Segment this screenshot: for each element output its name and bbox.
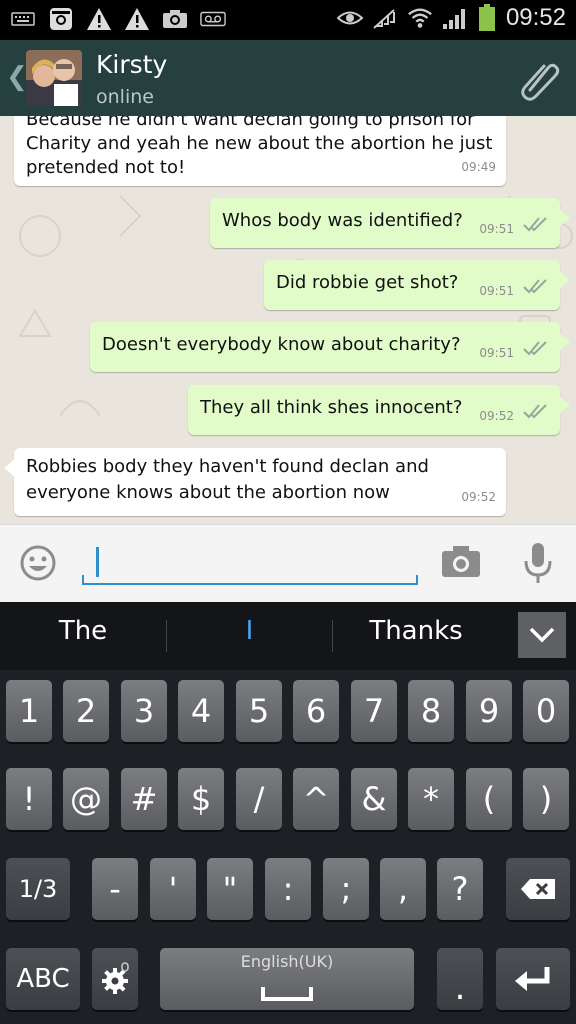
bubble-tail bbox=[558, 208, 570, 228]
instagram-icon bbox=[48, 6, 74, 32]
contact-name[interactable]: Kirsty bbox=[96, 50, 167, 79]
status-time: 09:52 bbox=[505, 4, 566, 31]
camera-icon[interactable] bbox=[440, 543, 482, 583]
message-input-field[interactable] bbox=[102, 545, 402, 579]
message-outgoing[interactable]: Whos body was identified? 09:51 bbox=[210, 198, 570, 248]
double-check-icon bbox=[522, 401, 550, 427]
key-comma[interactable]: , bbox=[380, 858, 426, 920]
suggestion-bar: The I Thanks bbox=[0, 602, 576, 670]
key-2[interactable]: 2 bbox=[63, 680, 109, 742]
period-glyph: . bbox=[454, 968, 466, 1008]
message-time: 09:51 bbox=[479, 346, 514, 360]
message-time: 09:51 bbox=[479, 284, 514, 298]
settings-key[interactable] bbox=[92, 948, 138, 1010]
paperclip-icon[interactable] bbox=[516, 56, 562, 102]
space-icon bbox=[261, 987, 313, 1001]
key-paren-close[interactable]: ) bbox=[523, 768, 569, 830]
message-text: Robbies body they haven't found declan a… bbox=[26, 456, 429, 477]
camera-notification-icon bbox=[162, 6, 188, 32]
key-1[interactable]: 1 bbox=[6, 680, 52, 742]
text-caret bbox=[96, 547, 99, 577]
backspace-icon bbox=[521, 879, 555, 899]
wifi-icon bbox=[407, 5, 433, 31]
key-paren-open[interactable]: ( bbox=[466, 768, 512, 830]
double-check-icon bbox=[522, 214, 550, 240]
double-check-icon bbox=[522, 276, 550, 302]
punctuation-key[interactable]: . bbox=[437, 948, 483, 1010]
key-ampersand[interactable]: & bbox=[351, 768, 397, 830]
message-incoming[interactable]: Because he didn't want declan going to p… bbox=[14, 116, 506, 186]
key-apostrophe[interactable]: ' bbox=[150, 858, 196, 920]
key-asterisk[interactable]: * bbox=[408, 768, 454, 830]
eye-icon bbox=[336, 5, 363, 31]
key-quote[interactable]: " bbox=[207, 858, 253, 920]
key-5[interactable]: 5 bbox=[236, 680, 282, 742]
back-chevron-icon[interactable]: ❮ bbox=[6, 62, 28, 92]
message-time: 09:49 bbox=[461, 160, 496, 174]
key-6[interactable]: 6 bbox=[293, 680, 339, 742]
bubble-tail bbox=[558, 395, 570, 415]
key-8[interactable]: 8 bbox=[408, 680, 454, 742]
key-at[interactable]: @ bbox=[63, 768, 109, 830]
message-incoming[interactable]: Robbies body they haven't found declan a… bbox=[4, 448, 506, 516]
warning-icon bbox=[86, 6, 112, 32]
contact-status: online bbox=[96, 86, 154, 108]
message-text: everyone knows about the abortion now bbox=[26, 482, 390, 503]
key-slash[interactable]: / bbox=[236, 768, 282, 830]
message-text: Charity and yeah he new about the aborti… bbox=[26, 133, 493, 154]
bubble-tail bbox=[558, 270, 570, 290]
message-time: 09:52 bbox=[479, 409, 514, 423]
chat-header[interactable]: ❮ Kirsty online bbox=[0, 40, 576, 116]
message-input-bar bbox=[0, 524, 576, 602]
key-exclamation[interactable]: ! bbox=[6, 768, 52, 830]
suggestion-item[interactable]: The bbox=[0, 616, 166, 656]
space-bar[interactable]: English(UK) bbox=[160, 948, 414, 1010]
gear-icon bbox=[102, 962, 129, 994]
message-outgoing[interactable]: They all think shes innocent? 09:52 bbox=[188, 385, 570, 435]
keyboard-icon bbox=[10, 6, 36, 32]
key-semicolon[interactable]: ; bbox=[323, 858, 369, 920]
space-bar-label: English(UK) bbox=[240, 952, 334, 971]
signal-icon bbox=[442, 5, 468, 31]
key-colon[interactable]: : bbox=[265, 858, 311, 920]
message-text: Because he didn't want declan going to p… bbox=[26, 116, 475, 130]
key-question[interactable]: ? bbox=[437, 858, 483, 920]
warning-icon bbox=[124, 6, 150, 32]
message-outgoing[interactable]: Did robbie get shot? 09:51 bbox=[264, 260, 570, 310]
chevron-down-icon[interactable] bbox=[518, 612, 566, 658]
avatar[interactable] bbox=[26, 50, 82, 106]
status-bar: 09:52 bbox=[0, 0, 576, 40]
backspace-key[interactable] bbox=[506, 858, 570, 920]
key-4[interactable]: 4 bbox=[178, 680, 224, 742]
message-time: 09:51 bbox=[479, 222, 514, 236]
chat-area[interactable]: Because he didn't want declan going to p… bbox=[0, 116, 576, 524]
suggestion-item[interactable]: I bbox=[167, 616, 332, 656]
key-abc[interactable]: ABC bbox=[6, 948, 80, 1010]
bubble-tail bbox=[558, 332, 570, 352]
key-7[interactable]: 7 bbox=[351, 680, 397, 742]
keyboard: The I Thanks 1 2 3 4 5 6 7 8 9 0 ! @ # $… bbox=[0, 602, 576, 1024]
key-0[interactable]: 0 bbox=[523, 680, 569, 742]
voicemail-icon bbox=[200, 6, 226, 32]
double-check-icon bbox=[522, 338, 550, 364]
bubble-tail bbox=[4, 458, 16, 478]
emoji-icon[interactable] bbox=[18, 543, 58, 583]
message-text: pretended not to! bbox=[26, 157, 186, 178]
message-input[interactable] bbox=[82, 539, 418, 585]
key-9[interactable]: 9 bbox=[466, 680, 512, 742]
battery-icon bbox=[477, 4, 497, 31]
microphone-icon[interactable] bbox=[520, 539, 556, 587]
enter-key[interactable] bbox=[496, 948, 570, 1010]
key-caret[interactable]: ^ bbox=[293, 768, 339, 830]
key-page-switch[interactable]: 1/3 bbox=[6, 858, 70, 920]
enter-icon bbox=[515, 967, 550, 991]
key-dollar[interactable]: $ bbox=[178, 768, 224, 830]
no-signal-icon bbox=[372, 5, 398, 31]
key-dash[interactable]: - bbox=[92, 858, 138, 920]
key-hash[interactable]: # bbox=[121, 768, 167, 830]
message-outgoing[interactable]: Doesn't everybody know about charity? 09… bbox=[90, 322, 570, 372]
suggestion-item[interactable]: Thanks bbox=[333, 616, 499, 656]
message-time: 09:52 bbox=[461, 490, 496, 504]
key-3[interactable]: 3 bbox=[121, 680, 167, 742]
